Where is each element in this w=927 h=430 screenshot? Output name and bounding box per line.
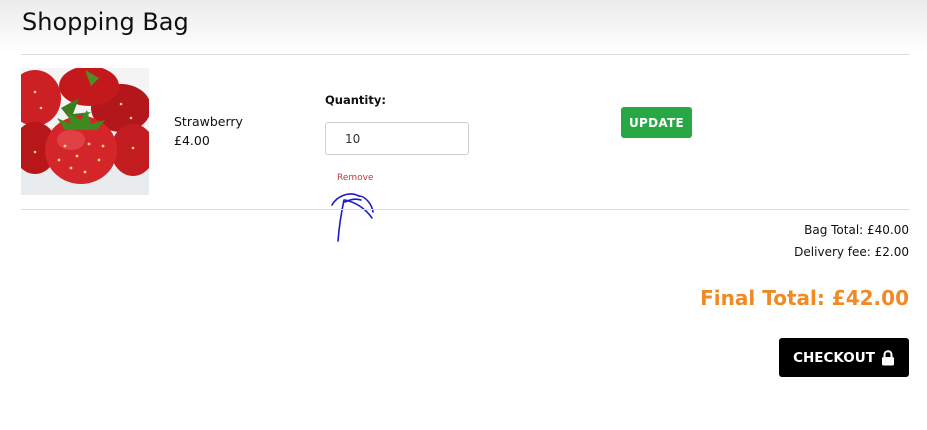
strawberry-product-image [21,68,149,195]
hand-drawn-arrow-icon [331,193,374,242]
final-total: Final Total: £42.00 [700,286,909,310]
checkout-button[interactable]: CHECKOUT [779,338,909,377]
top-divider [21,54,909,55]
checkout-label: CHECKOUT [793,349,875,366]
summary-divider [21,209,909,210]
page-title: Shopping Bag [22,8,189,36]
product-price: £4.00 [174,133,210,148]
update-button[interactable]: UPDATE [621,107,692,138]
remove-item-link[interactable]: Remove [337,172,374,184]
quantity-input[interactable] [325,122,469,155]
shopping-bag-page: Shopping Bag Strawberry £4.00 Quantity: … [0,0,927,430]
delivery-fee: Delivery fee: £2.00 [794,245,909,259]
quantity-label: Quantity: [325,93,386,107]
product-name: Strawberry [174,114,243,129]
bag-total: Bag Total: £40.00 [804,223,909,237]
lock-icon [881,349,894,365]
